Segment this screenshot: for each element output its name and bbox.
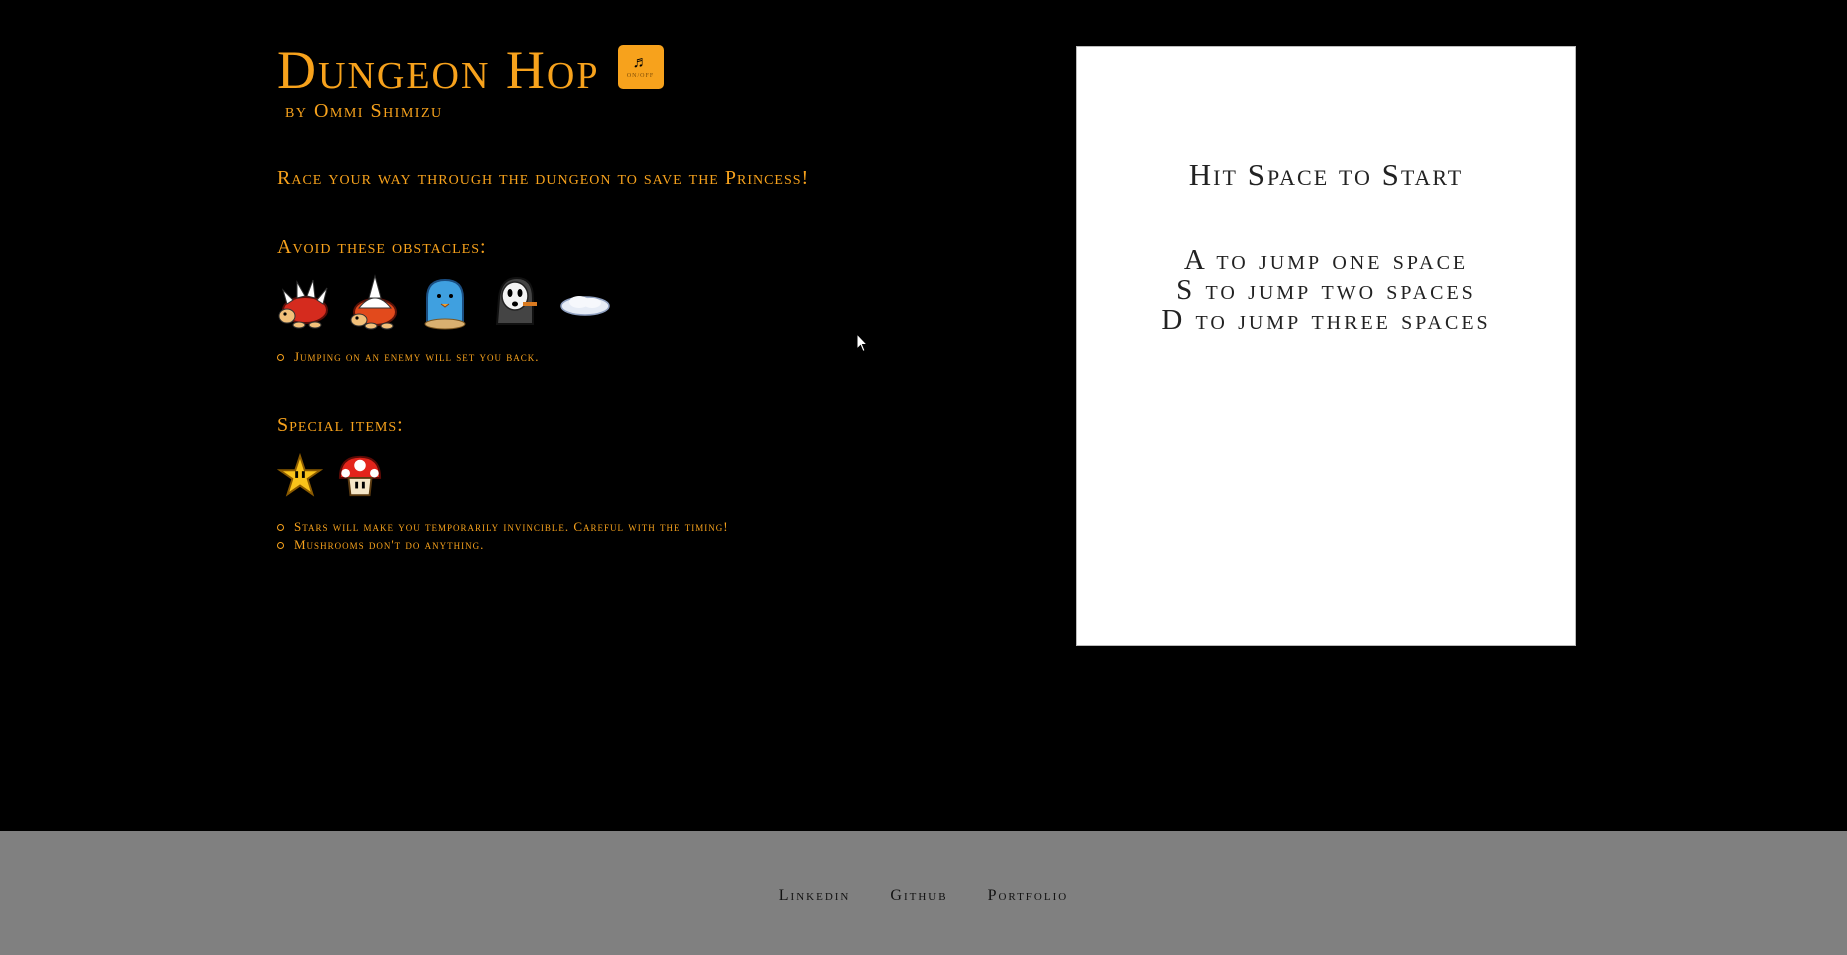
list-item: Jumping on an enemy will set you back. bbox=[277, 348, 877, 366]
linkedin-link[interactable]: Linkedin bbox=[779, 887, 851, 905]
title-row: Dungeon Hop ♬ ON/OFF bbox=[277, 40, 877, 100]
music-toggle-button[interactable]: ♬ ON/OFF bbox=[617, 45, 664, 89]
footer: Linkedin Github Portfolio bbox=[0, 831, 1847, 955]
obstacles-heading: Avoid these obstacles: bbox=[277, 236, 487, 258]
blue-ghost-icon bbox=[424, 278, 466, 330]
cloud-icon bbox=[560, 296, 610, 316]
start-prompt: Hit Space to Start bbox=[1188, 157, 1464, 192]
item-notes: Stars will make you temporarily invincib… bbox=[277, 518, 877, 554]
item-icons bbox=[277, 452, 877, 500]
list-item: Stars will make you temporarily invincib… bbox=[277, 518, 877, 536]
spike-shell-icon bbox=[350, 274, 397, 330]
shy-guy-icon bbox=[495, 276, 537, 325]
list-item: Mushrooms don't do anything. bbox=[277, 536, 877, 554]
byline: by Ommi Shimizu bbox=[285, 100, 443, 122]
mouse-cursor-icon bbox=[856, 333, 868, 353]
control-line: A to jump one space bbox=[1183, 244, 1469, 276]
mushroom-icon bbox=[338, 455, 382, 497]
tagline: Race your way through the dungeon to sav… bbox=[277, 167, 810, 189]
controls-list: A to jump one space S to jump two spaces… bbox=[1077, 245, 1575, 335]
instructions-column: Dungeon Hop ♬ ON/OFF by Ommi Shimizu Rac… bbox=[277, 40, 877, 554]
control-line: D to jump three spaces bbox=[1161, 304, 1491, 336]
game-canvas[interactable]: Hit Space to Start A to jump one space S… bbox=[1076, 46, 1576, 646]
star-icon bbox=[277, 452, 323, 497]
github-link[interactable]: Github bbox=[890, 887, 947, 905]
obstacle-notes: Jumping on an enemy will set you back. bbox=[277, 348, 877, 366]
portfolio-link[interactable]: Portfolio bbox=[988, 887, 1069, 905]
special-items-heading: Special items: bbox=[277, 414, 404, 436]
control-line: S to jump two spaces bbox=[1176, 274, 1476, 306]
music-toggle-label: ON/OFF bbox=[626, 73, 655, 79]
page-title: Dungeon Hop bbox=[277, 40, 600, 100]
red-spiny-icon bbox=[278, 279, 328, 329]
obstacle-icons bbox=[277, 274, 877, 330]
music-note-icon: ♬ bbox=[632, 54, 649, 71]
